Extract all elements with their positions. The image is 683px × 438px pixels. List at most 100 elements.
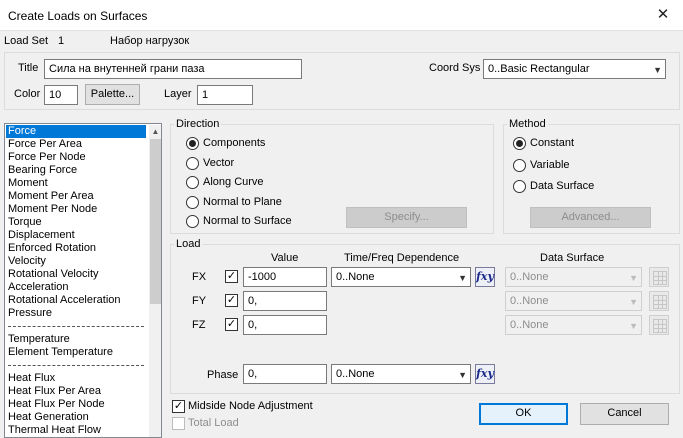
phase-label: Phase [207, 369, 239, 381]
function-xy-icon[interactable]: fxy [475, 364, 495, 384]
data-surface-value: 0..None [510, 271, 549, 283]
list-item[interactable]: Moment Per Area [6, 190, 146, 203]
function-xy-icon[interactable]: fxy [475, 267, 495, 287]
chevron-down-icon: ▼ [629, 321, 638, 331]
dependence-select[interactable]: 0..None ▼ [331, 267, 471, 287]
axis-label: FZ [192, 319, 206, 331]
window-title: Create Loads on Surfaces [8, 9, 148, 23]
midside-node-label: Midside Node Adjustment [188, 400, 313, 412]
list-item[interactable]: Temperature [6, 333, 146, 346]
color-input[interactable]: 10 [44, 85, 78, 105]
check-mark-icon: ✓ [226, 270, 237, 282]
scroll-thumb[interactable] [150, 139, 161, 304]
list-item[interactable]: Force Per Node [6, 151, 146, 164]
method-option-label: Variable [530, 158, 570, 171]
list-item[interactable]: Heat Flux Per Area [6, 385, 146, 398]
scroll-up-icon[interactable]: ▲ [149, 125, 161, 138]
data-surface-column-header: Data Surface [540, 252, 605, 264]
check-mark-icon: ✓ [173, 400, 184, 412]
list-item[interactable]: Bearing Force [6, 164, 146, 177]
list-item[interactable]: Thermal Heat Flow [6, 424, 146, 437]
list-item[interactable]: Pressure [6, 307, 146, 320]
coord-sys-value: 0..Basic Rectangular [488, 63, 590, 75]
load-set-label: Load Set [4, 35, 49, 47]
total-load-checkbox[interactable] [172, 417, 185, 430]
table-grid-icon[interactable] [649, 315, 669, 335]
axis-checkbox[interactable]: ✓ [225, 270, 238, 283]
list-item[interactable]: Acceleration [6, 281, 146, 294]
data-surface-value: 0..None [510, 295, 549, 307]
direction-radio-components[interactable] [186, 137, 199, 150]
method-label: Method [507, 118, 548, 130]
data-surface-select[interactable]: 0..None ▼ [505, 267, 642, 287]
list-item[interactable]: Torque [6, 216, 146, 229]
load-type-items: Force Force Per Area Force Per Node Bearing… [6, 125, 146, 437]
value-input[interactable]: 0, [243, 315, 327, 335]
load-type-list[interactable]: Force Force Per Area Force Per Node Bearing… [4, 123, 162, 438]
midside-node-checkbox[interactable]: ✓ [172, 400, 185, 413]
method-radio-data-surface[interactable] [513, 180, 526, 193]
title-label: Title [18, 62, 39, 74]
direction-option-label: Normal to Surface [203, 215, 292, 227]
axis-label: FX [192, 271, 207, 283]
direction-radio-normal-to-plane[interactable] [186, 195, 199, 209]
phase-dependence-select[interactable]: 0..None ▼ [331, 364, 471, 384]
axis-checkbox[interactable]: ✓ [225, 318, 238, 331]
direction-radio-normal-to-surface[interactable] [186, 215, 199, 228]
list-item[interactable]: Heat Generation [6, 411, 146, 424]
direction-radio-vector[interactable] [186, 156, 199, 170]
value-input[interactable]: -1000 [243, 267, 327, 287]
direction-option-label: Components [203, 137, 266, 149]
axis-label: FY [192, 295, 207, 307]
coord-sys-select[interactable]: 0..Basic Rectangular ▼ [483, 59, 666, 79]
total-load-label: Total Load [188, 417, 239, 429]
chevron-down-icon: ▼ [458, 273, 467, 283]
ok-button[interactable]: OK [479, 403, 568, 425]
list-item[interactable]: Enforced Rotation [6, 242, 146, 255]
list-separator [6, 320, 146, 333]
chevron-down-icon: ▼ [629, 297, 638, 307]
title-input[interactable]: Сила на внутенней грани паза [44, 59, 302, 79]
direction-option-label: Vector [203, 156, 235, 169]
list-item[interactable]: Displacement [6, 229, 146, 242]
data-surface-select[interactable]: 0..None ▼ [505, 291, 642, 311]
layer-label: Layer [164, 88, 192, 100]
load-set-number: 1 [58, 35, 65, 47]
data-surface-value: 0..None [510, 319, 549, 331]
cancel-button[interactable]: Cancel [580, 403, 669, 425]
close-icon[interactable]: ✕ [650, 4, 676, 26]
list-item[interactable]: Velocity [6, 255, 146, 268]
list-item[interactable]: Heat Flux [6, 372, 146, 385]
list-scrollbar[interactable]: ▲ [149, 125, 161, 437]
direction-radio-along-curve[interactable] [186, 176, 199, 189]
list-item[interactable]: Element Temperature [6, 346, 146, 359]
table-grid-icon[interactable] [649, 267, 669, 287]
method-option-label: Constant [530, 137, 575, 149]
palette-button[interactable]: Palette... [85, 84, 140, 105]
color-label: Color [14, 88, 41, 100]
table-grid-icon[interactable] [649, 291, 669, 311]
phase-input[interactable]: 0, [243, 364, 327, 384]
chevron-down-icon: ▼ [629, 273, 638, 283]
list-item[interactable]: Force Per Area [6, 138, 146, 151]
data-surface-select[interactable]: 0..None ▼ [505, 315, 642, 335]
list-item[interactable]: Rotational Velocity [6, 268, 146, 281]
value-input[interactable]: 0, [243, 291, 327, 311]
list-item[interactable]: Heat Flux Per Node [6, 398, 146, 411]
list-item[interactable]: Moment Per Node [6, 203, 146, 216]
axis-checkbox[interactable]: ✓ [225, 294, 238, 307]
list-item[interactable]: Moment [6, 177, 146, 190]
direction-option-label: Along Curve [203, 176, 264, 188]
method-radio-constant[interactable] [513, 137, 526, 150]
list-item[interactable]: Force [6, 125, 146, 138]
direction-option-label: Normal to Plane [203, 195, 282, 208]
list-separator [6, 359, 146, 372]
method-radio-variable[interactable] [513, 158, 526, 172]
dependence-column-header: Time/Freq Dependence [344, 252, 460, 264]
advanced-button[interactable]: Advanced... [530, 207, 651, 228]
list-item[interactable]: Rotational Acceleration [6, 294, 146, 307]
layer-input[interactable]: 1 [197, 85, 253, 105]
load-label: Load [174, 238, 203, 250]
specify-button[interactable]: Specify... [346, 207, 467, 228]
check-mark-icon: ✓ [226, 318, 237, 330]
